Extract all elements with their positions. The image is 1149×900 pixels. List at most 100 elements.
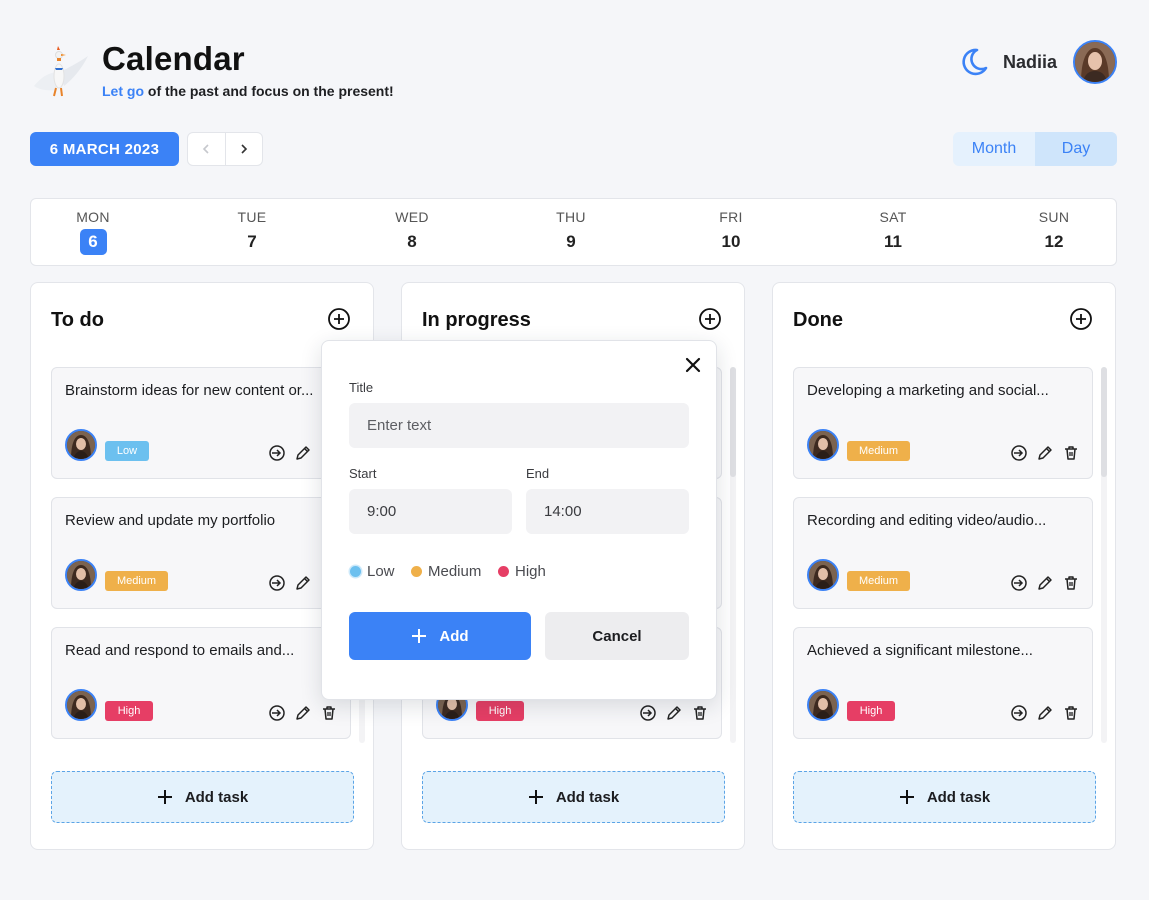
- add-task-label: Add task: [184, 788, 249, 806]
- plus-icon: [528, 789, 544, 805]
- day-fri[interactable]: FRI 10: [701, 209, 761, 255]
- priority-medium-option[interactable]: Medium: [411, 563, 481, 580]
- priority-badge: High: [476, 701, 524, 721]
- day-number: 9: [566, 232, 576, 251]
- view-month-button[interactable]: Month: [953, 132, 1035, 166]
- scrollbar[interactable]: [730, 367, 736, 743]
- add-button[interactable]: Add: [349, 612, 531, 660]
- column-title: To do: [51, 309, 104, 331]
- next-button[interactable]: [224, 133, 263, 165]
- trash-icon[interactable]: [691, 704, 709, 722]
- priority-low-option[interactable]: Low: [350, 563, 395, 580]
- day-thu[interactable]: THU 9: [541, 209, 601, 255]
- day-number: 12: [1044, 232, 1064, 251]
- day-name: SUN: [1038, 209, 1070, 225]
- priority-badge: High: [105, 701, 153, 721]
- add-task-button[interactable]: Add task: [51, 771, 354, 823]
- day-name: WED: [395, 209, 429, 225]
- priority-dot: [411, 566, 422, 577]
- week-strip: MON 6 TUE 7 WED 8 THU 9 FRI 10 SAT 11 SU…: [30, 198, 1117, 266]
- priority-dot: [498, 566, 509, 577]
- trash-icon[interactable]: [1062, 704, 1080, 722]
- move-icon[interactable]: [268, 704, 286, 722]
- task-title: Review and update my portfolio: [65, 512, 276, 529]
- moon-icon[interactable]: [957, 46, 989, 78]
- plus-circle-icon[interactable]: [1069, 307, 1093, 331]
- priority-label: High: [515, 563, 546, 580]
- column-title: In progress: [422, 309, 531, 331]
- task-card[interactable]: Developing a marketing and social... Medi…: [793, 367, 1093, 479]
- title-label: Title: [349, 380, 374, 395]
- move-icon[interactable]: [1010, 444, 1028, 462]
- task-title: Recording and editing video/audio...: [807, 512, 1047, 529]
- scrollbar[interactable]: [1101, 367, 1107, 743]
- add-task-button[interactable]: Add task: [793, 771, 1096, 823]
- move-icon[interactable]: [1010, 574, 1028, 592]
- move-icon[interactable]: [268, 574, 286, 592]
- title-input[interactable]: [349, 403, 689, 448]
- move-icon[interactable]: [1010, 704, 1028, 722]
- priority-high-option[interactable]: High: [498, 563, 546, 580]
- plus-circle-icon[interactable]: [698, 307, 722, 331]
- priority-label: Low: [367, 563, 395, 580]
- cancel-button[interactable]: Cancel: [545, 612, 689, 660]
- day-name: SAT: [879, 209, 907, 225]
- edit-icon[interactable]: [294, 444, 312, 462]
- day-sun[interactable]: SUN 12: [1024, 209, 1084, 255]
- task-title: Achieved a significant milestone...: [807, 642, 1033, 659]
- scrollbar-thumb[interactable]: [1101, 367, 1107, 477]
- avatar: [807, 689, 839, 721]
- priority-badge: Medium: [847, 571, 910, 591]
- day-number: 10: [721, 232, 741, 251]
- move-icon[interactable]: [639, 704, 657, 722]
- avatar: [65, 689, 97, 721]
- trash-icon[interactable]: [1062, 444, 1080, 462]
- edit-icon[interactable]: [665, 704, 683, 722]
- edit-icon[interactable]: [294, 574, 312, 592]
- edit-icon[interactable]: [294, 704, 312, 722]
- date-nav: [187, 132, 263, 166]
- plus-icon: [899, 789, 915, 805]
- chevron-right-icon: [241, 144, 247, 154]
- avatar: [65, 429, 97, 461]
- end-label: End: [526, 466, 550, 481]
- day-wed[interactable]: WED 8: [382, 209, 442, 255]
- avatar: [807, 559, 839, 591]
- plus-circle-icon[interactable]: [327, 307, 351, 331]
- trash-icon[interactable]: [320, 704, 338, 722]
- task-card[interactable]: Achieved a significant milestone... High: [793, 627, 1093, 739]
- start-time-field[interactable]: [349, 489, 512, 534]
- task-card[interactable]: Review and update my portfolio Medium: [51, 497, 351, 609]
- current-date-button[interactable]: 6 MARCH 2023: [30, 132, 179, 166]
- user-name: Nadiia: [1003, 52, 1058, 72]
- task-card[interactable]: Brainstorm ideas for new content or... Lo…: [51, 367, 351, 479]
- add-button-label: Add: [439, 627, 469, 645]
- edit-icon[interactable]: [1036, 574, 1054, 592]
- task-card[interactable]: Recording and editing video/audio... Medi…: [793, 497, 1093, 609]
- prev-button[interactable]: [188, 133, 225, 165]
- close-icon[interactable]: [684, 356, 702, 374]
- day-number: 6: [79, 229, 107, 255]
- scrollbar-thumb[interactable]: [730, 367, 736, 477]
- day-name: FRI: [719, 209, 743, 225]
- day-name: THU: [556, 209, 586, 225]
- move-icon[interactable]: [268, 444, 286, 462]
- avatar[interactable]: [1073, 40, 1117, 84]
- add-task-button[interactable]: Add task: [422, 771, 725, 823]
- task-card[interactable]: Read and respond to emails and... High: [51, 627, 351, 739]
- tagline-text: of the past and focus on the present!: [144, 83, 394, 99]
- add-task-label: Add task: [555, 788, 620, 806]
- task-title: Read and respond to emails and...: [65, 642, 295, 659]
- day-tue[interactable]: TUE 7: [222, 209, 282, 255]
- edit-icon[interactable]: [1036, 704, 1054, 722]
- view-day-button[interactable]: Day: [1035, 132, 1117, 166]
- trash-icon[interactable]: [1062, 574, 1080, 592]
- day-mon[interactable]: MON 6: [63, 209, 123, 255]
- edit-icon[interactable]: [1036, 444, 1054, 462]
- page-title: Calendar: [102, 40, 245, 77]
- day-number: 11: [884, 232, 902, 251]
- plus-icon: [412, 629, 427, 643]
- day-sat[interactable]: SAT 11: [863, 209, 923, 255]
- end-time-field[interactable]: [526, 489, 689, 534]
- view-toggle: Month Day: [953, 132, 1117, 166]
